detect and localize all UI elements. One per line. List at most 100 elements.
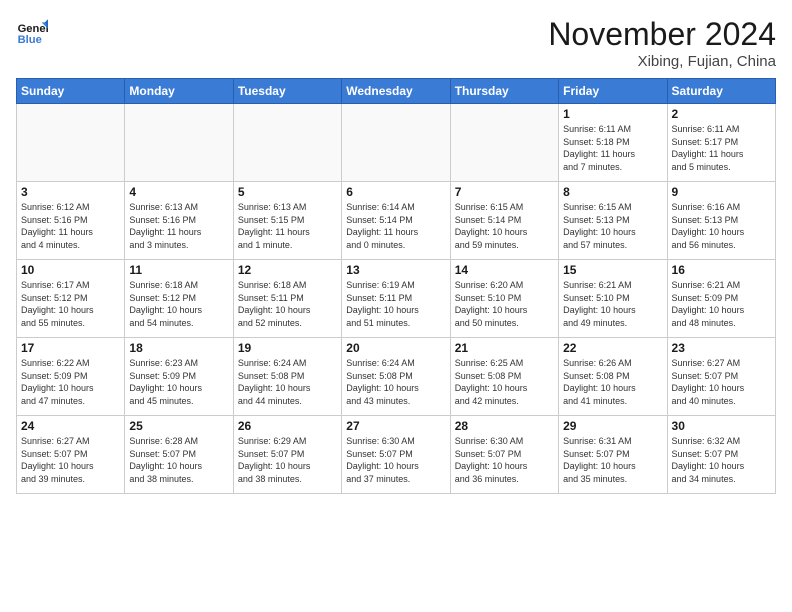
day-info: Sunrise: 6:19 AMSunset: 5:11 PMDaylight:…: [346, 279, 445, 329]
calendar-cell: 9 Sunrise: 6:16 AMSunset: 5:13 PMDaylight…: [667, 182, 775, 260]
day-number: 8: [563, 185, 662, 199]
day-number: 3: [21, 185, 120, 199]
calendar-cell: 3 Sunrise: 6:12 AMSunset: 5:16 PMDaylight…: [17, 182, 125, 260]
calendar-cell: 20 Sunrise: 6:24 AMSunset: 5:08 PMDayligh…: [342, 338, 450, 416]
col-sunday: Sunday: [17, 79, 125, 104]
calendar-cell: 16Sunrise: 6:21 AMSunset: 5:09 PMDayligh…: [667, 260, 775, 338]
day-info: Sunrise: 6:18 AMSunset: 5:12 PMDaylight:…: [129, 279, 228, 329]
calendar-cell: 18 Sunrise: 6:23 AMSunset: 5:09 PMDayligh…: [125, 338, 233, 416]
day-number: 4: [129, 185, 228, 199]
day-number: 10: [21, 263, 120, 277]
day-info: Sunrise: 6:11 AMSunset: 5:17 PMDaylight:…: [672, 123, 771, 173]
calendar-cell: 25Sunrise: 6:28 AMSunset: 5:07 PMDayligh…: [125, 416, 233, 494]
day-number: 9: [672, 185, 771, 199]
svg-text:Blue: Blue: [18, 34, 42, 46]
day-info: Sunrise: 6:16 AMSunset: 5:13 PMDaylight:…: [672, 201, 771, 251]
calendar-cell: 15Sunrise: 6:21 AMSunset: 5:10 PMDayligh…: [559, 260, 667, 338]
calendar-cell: 10 Sunrise: 6:17 AMSunset: 5:12 PMDayligh…: [17, 260, 125, 338]
calendar-cell: 27 Sunrise: 6:30 AMSunset: 5:07 PMDayligh…: [342, 416, 450, 494]
col-saturday: Saturday: [667, 79, 775, 104]
day-info: Sunrise: 6:18 AMSunset: 5:11 PMDaylight:…: [238, 279, 337, 329]
header: General Blue November 2024 Xibing, Fujia…: [16, 16, 776, 70]
day-info: Sunrise: 6:11 AMSunset: 5:18 PMDaylight:…: [563, 123, 662, 173]
svg-text:General: General: [18, 23, 48, 35]
title-block: November 2024 Xibing, Fujian, China: [548, 16, 776, 70]
day-number: 7: [455, 185, 554, 199]
day-number: 2: [672, 107, 771, 121]
day-number: 26: [238, 419, 337, 433]
calendar-cell: 5 Sunrise: 6:13 AMSunset: 5:15 PMDaylight…: [233, 182, 341, 260]
col-tuesday: Tuesday: [233, 79, 341, 104]
col-monday: Monday: [125, 79, 233, 104]
day-info: Sunrise: 6:15 AMSunset: 5:13 PMDaylight:…: [563, 201, 662, 251]
day-info: Sunrise: 6:26 AMSunset: 5:08 PMDaylight:…: [563, 357, 662, 407]
calendar-header-row: Sunday Monday Tuesday Wednesday Thursday…: [17, 79, 776, 104]
day-number: 23: [672, 341, 771, 355]
calendar-cell: 8 Sunrise: 6:15 AMSunset: 5:13 PMDaylight…: [559, 182, 667, 260]
day-info: Sunrise: 6:24 AMSunset: 5:08 PMDaylight:…: [238, 357, 337, 407]
calendar-cell: 2 Sunrise: 6:11 AMSunset: 5:17 PMDaylight…: [667, 104, 775, 182]
calendar-cell: 7 Sunrise: 6:15 AMSunset: 5:14 PMDaylight…: [450, 182, 558, 260]
calendar-week-0: 1 Sunrise: 6:11 AMSunset: 5:18 PMDaylight…: [17, 104, 776, 182]
day-info: Sunrise: 6:27 AMSunset: 5:07 PMDaylight:…: [21, 435, 120, 485]
calendar-week-2: 10 Sunrise: 6:17 AMSunset: 5:12 PMDayligh…: [17, 260, 776, 338]
day-number: 20: [346, 341, 445, 355]
calendar-cell: [450, 104, 558, 182]
day-number: 11: [129, 263, 228, 277]
day-info: Sunrise: 6:30 AMSunset: 5:07 PMDaylight:…: [346, 435, 445, 485]
day-number: 28: [455, 419, 554, 433]
calendar-cell: [17, 104, 125, 182]
day-number: 12: [238, 263, 337, 277]
day-number: 29: [563, 419, 662, 433]
day-info: Sunrise: 6:23 AMSunset: 5:09 PMDaylight:…: [129, 357, 228, 407]
calendar-cell: 12 Sunrise: 6:18 AMSunset: 5:11 PMDayligh…: [233, 260, 341, 338]
day-info: Sunrise: 6:14 AMSunset: 5:14 PMDaylight:…: [346, 201, 445, 251]
calendar-cell: 4 Sunrise: 6:13 AMSunset: 5:16 PMDaylight…: [125, 182, 233, 260]
calendar-cell: 29Sunrise: 6:31 AMSunset: 5:07 PMDayligh…: [559, 416, 667, 494]
day-info: Sunrise: 6:24 AMSunset: 5:08 PMDaylight:…: [346, 357, 445, 407]
calendar-week-1: 3 Sunrise: 6:12 AMSunset: 5:16 PMDaylight…: [17, 182, 776, 260]
calendar-cell: 21Sunrise: 6:25 AMSunset: 5:08 PMDayligh…: [450, 338, 558, 416]
calendar-cell: 30Sunrise: 6:32 AMSunset: 5:07 PMDayligh…: [667, 416, 775, 494]
day-info: Sunrise: 6:12 AMSunset: 5:16 PMDaylight:…: [21, 201, 120, 251]
day-info: Sunrise: 6:32 AMSunset: 5:07 PMDaylight:…: [672, 435, 771, 485]
day-info: Sunrise: 6:21 AMSunset: 5:10 PMDaylight:…: [563, 279, 662, 329]
calendar-cell: 11 Sunrise: 6:18 AMSunset: 5:12 PMDayligh…: [125, 260, 233, 338]
col-thursday: Thursday: [450, 79, 558, 104]
day-number: 5: [238, 185, 337, 199]
day-info: Sunrise: 6:20 AMSunset: 5:10 PMDaylight:…: [455, 279, 554, 329]
calendar-cell: 22Sunrise: 6:26 AMSunset: 5:08 PMDayligh…: [559, 338, 667, 416]
day-info: Sunrise: 6:27 AMSunset: 5:07 PMDaylight:…: [672, 357, 771, 407]
day-number: 17: [21, 341, 120, 355]
day-info: Sunrise: 6:17 AMSunset: 5:12 PMDaylight:…: [21, 279, 120, 329]
calendar-cell: 19 Sunrise: 6:24 AMSunset: 5:08 PMDayligh…: [233, 338, 341, 416]
day-number: 27: [346, 419, 445, 433]
day-number: 21: [455, 341, 554, 355]
day-number: 19: [238, 341, 337, 355]
day-number: 6: [346, 185, 445, 199]
day-number: 13: [346, 263, 445, 277]
calendar-cell: 28Sunrise: 6:30 AMSunset: 5:07 PMDayligh…: [450, 416, 558, 494]
calendar-cell: 14Sunrise: 6:20 AMSunset: 5:10 PMDayligh…: [450, 260, 558, 338]
calendar-cell: [233, 104, 341, 182]
col-wednesday: Wednesday: [342, 79, 450, 104]
calendar-cell: 13 Sunrise: 6:19 AMSunset: 5:11 PMDayligh…: [342, 260, 450, 338]
day-info: Sunrise: 6:13 AMSunset: 5:15 PMDaylight:…: [238, 201, 337, 251]
day-info: Sunrise: 6:22 AMSunset: 5:09 PMDaylight:…: [21, 357, 120, 407]
col-friday: Friday: [559, 79, 667, 104]
day-info: Sunrise: 6:29 AMSunset: 5:07 PMDaylight:…: [238, 435, 337, 485]
day-number: 1: [563, 107, 662, 121]
calendar-cell: 24 Sunrise: 6:27 AMSunset: 5:07 PMDayligh…: [17, 416, 125, 494]
calendar-week-4: 24 Sunrise: 6:27 AMSunset: 5:07 PMDayligh…: [17, 416, 776, 494]
day-info: Sunrise: 6:15 AMSunset: 5:14 PMDaylight:…: [455, 201, 554, 251]
logo-icon: General Blue: [16, 16, 48, 48]
logo: General Blue: [16, 16, 48, 48]
calendar-cell: 23 Sunrise: 6:27 AMSunset: 5:07 PMDayligh…: [667, 338, 775, 416]
calendar-cell: 26 Sunrise: 6:29 AMSunset: 5:07 PMDayligh…: [233, 416, 341, 494]
page: General Blue November 2024 Xibing, Fujia…: [0, 0, 792, 612]
calendar-table: Sunday Monday Tuesday Wednesday Thursday…: [16, 78, 776, 494]
day-number: 18: [129, 341, 228, 355]
calendar-cell: [342, 104, 450, 182]
day-info: Sunrise: 6:13 AMSunset: 5:16 PMDaylight:…: [129, 201, 228, 251]
day-number: 24: [21, 419, 120, 433]
